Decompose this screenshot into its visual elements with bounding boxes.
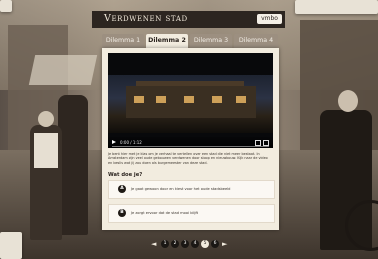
dilemma-tabs: Dilemma 1 Dilemma 2 Dilemma 3 Dilemma 4 <box>102 34 278 49</box>
page-dot[interactable]: 1 <box>161 240 169 248</box>
option-text: Je zorgt ervoor dat de stad mooi blijft <box>131 211 199 215</box>
background-awning <box>28 55 98 85</box>
option-letter-badge: A <box>118 185 126 193</box>
page-dot[interactable]: 4 <box>191 240 199 248</box>
video-controls: 0:00 / 1:12 <box>108 137 273 148</box>
video-player[interactable]: 0:00 / 1:12 <box>108 53 273 148</box>
tab-dilemma-4[interactable]: Dilemma 4 <box>234 34 278 48</box>
level-button[interactable]: vmbo <box>257 14 282 24</box>
option-letter-badge: B <box>118 209 126 217</box>
page-dot[interactable]: 2 <box>171 240 179 248</box>
dilemma-panel: 0:00 / 1:12 Je bent hier met je klas om … <box>102 48 279 230</box>
tab-dilemma-1[interactable]: Dilemma 1 <box>102 34 144 48</box>
volume-icon[interactable] <box>255 140 261 146</box>
paper-scrap <box>295 0 378 14</box>
dilemma-description: Je bent hier met je klas om je verhaal t… <box>108 152 268 165</box>
tab-dilemma-3[interactable]: Dilemma 3 <box>190 34 232 48</box>
answer-option-b[interactable]: B Je zorgt ervoor dat de stad mooi blijf… <box>108 204 275 223</box>
option-text: Je gaat gewoon door en kiest voor het ou… <box>131 187 231 191</box>
question-heading: Wat doe je? <box>108 172 143 178</box>
video-frame-building <box>126 86 256 118</box>
answer-option-a[interactable]: A Je gaat gewoon door en kiest voor het … <box>108 180 275 199</box>
app-logo: Verdwenen stad <box>104 13 188 24</box>
paper-scrap <box>0 0 12 12</box>
fullscreen-icon[interactable] <box>263 140 269 146</box>
paper-scrap <box>0 232 22 259</box>
background-figure-man <box>58 95 88 235</box>
page-dot[interactable]: 3 <box>181 240 189 248</box>
play-icon[interactable] <box>112 140 116 144</box>
next-arrow-icon[interactable]: ► <box>222 240 227 248</box>
page-dot[interactable]: 6 <box>211 240 219 248</box>
background-figure-boy <box>30 111 62 240</box>
page-dot-active[interactable]: 5 <box>201 240 209 248</box>
video-progress-bar[interactable] <box>112 146 269 147</box>
tab-dilemma-2[interactable]: Dilemma 2 <box>146 34 188 49</box>
prev-arrow-icon[interactable]: ◄ <box>151 240 156 248</box>
